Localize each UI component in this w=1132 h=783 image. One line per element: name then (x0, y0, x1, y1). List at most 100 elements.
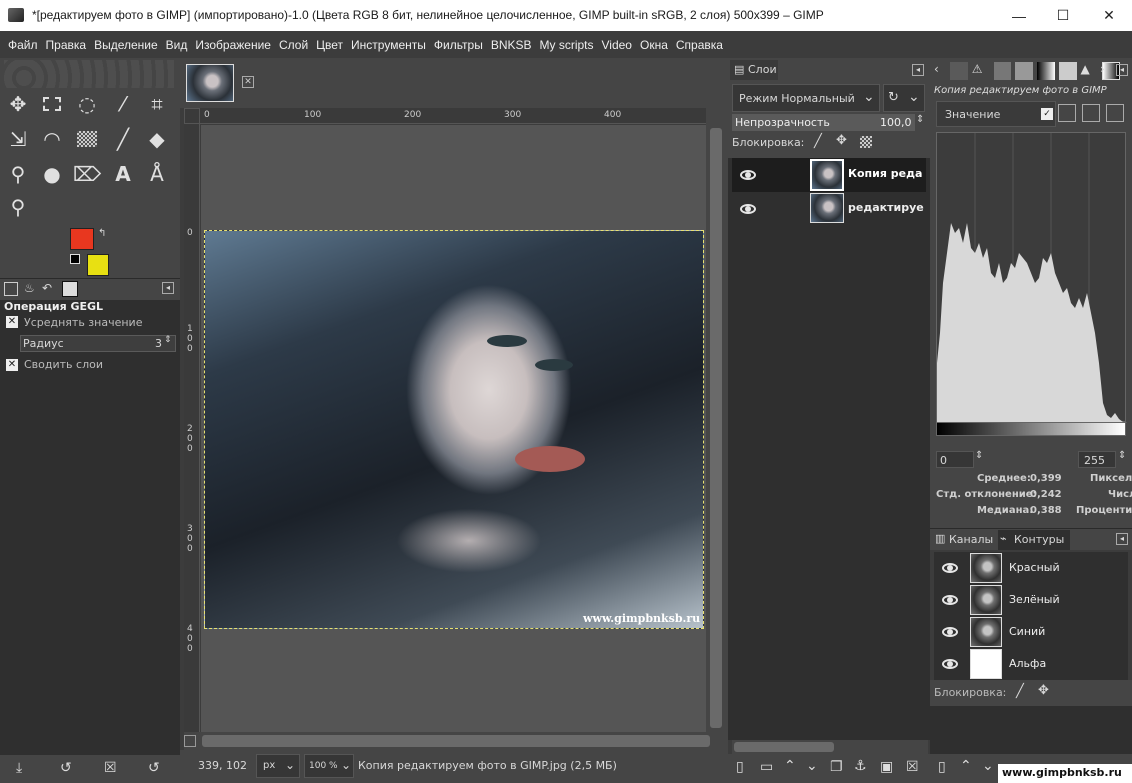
panel-menu-icon[interactable]: ◂ (912, 64, 924, 76)
merge-checkbox[interactable]: ✕ (6, 359, 18, 371)
zoom-icon[interactable]: ⚲ (3, 192, 33, 222)
menu-view[interactable]: Вид (162, 38, 192, 52)
radius-spinner[interactable]: Радиус 3 ⇕ (20, 335, 176, 352)
foreground-color-swatch[interactable] (70, 228, 94, 250)
histogram-channel-select[interactable]: Значение ✓ (936, 101, 1056, 127)
histogram-style-icon[interactable] (1106, 104, 1124, 122)
anchor-layer-icon[interactable]: ⚓ (854, 758, 867, 774)
new-group-icon[interactable]: ▭ (760, 759, 773, 775)
channel-row[interactable]: Синий (934, 616, 1128, 648)
layer-name[interactable]: редактируе (848, 201, 924, 214)
panel-menu-icon[interactable]: ◂ (1116, 533, 1128, 545)
visibility-eye-icon[interactable] (940, 562, 960, 574)
layer-mask-icon[interactable]: ▣ (880, 759, 893, 775)
menu-bnksb[interactable]: BNKSB (487, 38, 536, 52)
dodge-icon[interactable]: ⌦ (72, 159, 102, 189)
opacity-slider[interactable]: Непрозрачность 100,0 (732, 114, 915, 131)
menu-video[interactable]: Video (598, 38, 636, 52)
raise-channel-icon[interactable]: ⌃ (960, 758, 972, 774)
path-icon[interactable]: Å (142, 159, 172, 189)
default-colors-icon[interactable] (70, 254, 80, 264)
lower-layer-icon[interactable]: ⌄ (806, 758, 818, 774)
device-status-tab-icon[interactable]: ♨ (24, 281, 35, 295)
background-color-swatch[interactable] (87, 254, 109, 276)
visibility-eye-icon[interactable] (940, 626, 960, 638)
composite-mode-select[interactable]: ↻ ⌄ (883, 84, 925, 112)
menu-filters[interactable]: Фильтры (430, 38, 487, 52)
minimize-button[interactable]: — (996, 0, 1042, 31)
images-tab-icon[interactable] (62, 281, 78, 297)
channel-row[interactable]: Альфа (934, 648, 1128, 680)
tab-paths[interactable]: ⌁ Контуры (998, 530, 1070, 550)
move-icon[interactable]: ✥ (3, 89, 33, 119)
chevron-right-icon[interactable]: › (1100, 62, 1105, 76)
lock-position-icon[interactable]: ✥ (1038, 683, 1049, 698)
menu-edit[interactable]: Правка (42, 38, 91, 52)
menu-select[interactable]: Выделение (90, 38, 162, 52)
menu-layer[interactable]: Слой (275, 38, 312, 52)
layer-row-selected[interactable]: Копия реда (732, 158, 926, 192)
crop-icon[interactable]: ⌗ (142, 89, 172, 119)
eraser-icon[interactable]: ◆ (142, 124, 172, 154)
unit-select[interactable]: px ⌄ (256, 754, 300, 778)
zoom-select[interactable]: 100 % ⌄ (304, 754, 354, 778)
layer-mode-select[interactable]: Режим Нормальный ⌄ (732, 84, 880, 112)
layer-row[interactable]: редактируе (732, 192, 926, 226)
close-image-tab-icon[interactable]: ✕ (242, 76, 254, 88)
image-tab-thumbnail[interactable] (186, 64, 234, 102)
menu-my-scripts[interactable]: My scripts (536, 38, 598, 52)
horizontal-scrollbar-thumb[interactable] (202, 735, 710, 747)
spinner-arrows-icon[interactable]: ⇕ (1118, 450, 1126, 461)
palettes-tab-icon[interactable] (1058, 62, 1077, 80)
vertical-scrollbar-thumb[interactable] (710, 128, 722, 728)
log-histogram-icon[interactable] (1082, 104, 1100, 122)
rect-select-icon[interactable] (37, 89, 67, 119)
menu-colors[interactable]: Цвет (312, 38, 347, 52)
save-options-icon[interactable]: ⤓ (16, 760, 22, 776)
brushes-tab-icon[interactable] (950, 62, 968, 80)
delete-options-icon[interactable]: ☒ (104, 760, 117, 776)
clone-icon[interactable]: ⚲ (3, 159, 33, 189)
radius-value[interactable]: 3 (155, 337, 162, 350)
range-max-input[interactable]: 255 (1078, 451, 1116, 468)
lock-pixels-icon[interactable]: ╱ (1016, 684, 1024, 699)
patterns-tab-icon[interactable] (993, 62, 1012, 80)
menu-image[interactable]: Изображение (191, 38, 275, 52)
navigate-icon[interactable] (184, 735, 196, 747)
panel-menu-icon[interactable]: ◂ (1116, 64, 1128, 76)
delete-layer-icon[interactable]: ☒ (906, 759, 919, 775)
new-layer-icon[interactable]: ▯ (736, 759, 744, 775)
menu-help[interactable]: Справка (672, 38, 727, 52)
fuzzy-select-icon[interactable]: ⁄ (108, 89, 138, 119)
linear-histogram-icon[interactable] (1058, 104, 1076, 122)
vertical-ruler[interactable]: 0 1 0 0 2 0 0 3 0 0 4 0 0 (184, 124, 200, 732)
gradients-tab-icon[interactable] (1037, 62, 1055, 80)
maximize-button[interactable]: ☐ (1040, 0, 1086, 31)
lock-alpha-icon[interactable] (860, 136, 872, 148)
new-channel-icon[interactable]: ▯ (938, 759, 946, 775)
reset-options-icon[interactable]: ↺ (148, 760, 160, 776)
warp-icon[interactable]: ◠ (37, 124, 67, 154)
spinner-arrows-icon[interactable]: ⇕ (975, 450, 983, 461)
warning-tab-icon[interactable]: ⚠ (972, 62, 990, 80)
restore-options-icon[interactable]: ↺ (60, 760, 72, 776)
text-icon[interactable]: A (108, 159, 138, 189)
visibility-eye-icon[interactable] (738, 203, 758, 215)
visibility-eye-icon[interactable] (940, 658, 960, 670)
visibility-eye-icon[interactable] (940, 594, 960, 606)
range-min-input[interactable]: 0 (936, 451, 974, 468)
raise-layer-icon[interactable]: ⌃ (784, 758, 796, 774)
swap-colors-icon[interactable]: ↰ (98, 228, 106, 239)
menu-file[interactable]: Файл (4, 38, 42, 52)
duplicate-layer-icon[interactable]: ❐ (830, 759, 843, 775)
horizontal-ruler[interactable]: 0 100 200 300 400 (200, 108, 706, 124)
spinner-arrows-icon[interactable]: ⇕ (916, 114, 924, 125)
chevron-left-icon[interactable]: ‹ (934, 62, 939, 76)
menu-windows[interactable]: Окна (636, 38, 672, 52)
layer-name[interactable]: Копия реда (848, 167, 922, 180)
quick-mask-corner[interactable] (184, 108, 200, 124)
histogram-tab-icon[interactable]: ▲ (1081, 62, 1099, 80)
close-button[interactable]: ✕ (1086, 0, 1132, 31)
lock-pixels-icon[interactable]: ╱ (814, 134, 822, 149)
spinner-arrows-icon[interactable]: ⇕ (164, 335, 172, 345)
